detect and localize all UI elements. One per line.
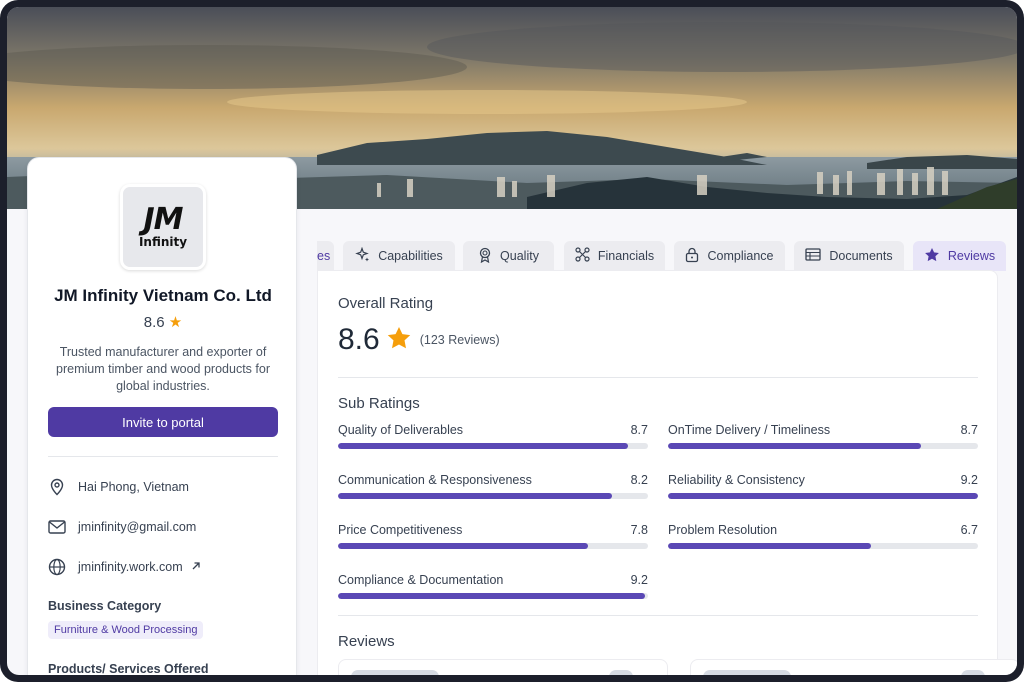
tab-label: es [317,249,331,263]
review-card[interactable] [690,659,1017,675]
divider [48,456,278,457]
email-text[interactable]: jminfinity@gmail.com [78,520,196,534]
external-link-icon [191,560,201,574]
star-icon [924,247,940,265]
tab-label: Reviews [947,249,996,263]
overall-rating: 8.6 (123 Reviews) [338,323,500,357]
tab-bar: es Capabilities Quality Financials Compl… [317,241,1017,271]
sub-rating-row: Compliance & Documentation 9.2 [338,573,648,603]
sub-rating-row: OnTime Delivery / Timeliness 8.7 [668,423,978,453]
review-card[interactable] [338,659,668,675]
company-logo: JM Infinity [120,184,206,270]
rating-bar-fill [338,493,613,499]
sub-rating-label: Price Competitiveness [338,523,463,537]
star-icon [386,325,412,355]
sub-rating-value: 8.7 [960,423,978,437]
tab-label: Capabilities [378,249,443,263]
reviews-title: Reviews [338,633,395,650]
sub-ratings-title: Sub Ratings [338,395,420,412]
sub-rating-value: 9.2 [630,573,648,587]
overall-rating-title: Overall Rating [338,295,434,312]
sub-rating-label: Reliability & Consistency [668,473,805,487]
sub-rating-label: Communication & Responsiveness [338,473,532,487]
device-frame: JM Infinity JM Infinity Vietnam Co. Ltd … [0,0,1024,682]
rating-bar-fill [338,593,645,599]
rating-bar-track [668,543,978,549]
sub-rating-row: Price Competitiveness 7.8 [338,523,648,553]
rating-bar-track [338,543,648,549]
tab-label: Documents [829,249,893,263]
tab-financials[interactable]: Financials [564,241,665,271]
sub-rating-value: 6.7 [960,523,978,537]
rating-bar-track [338,593,648,599]
sub-rating-row: Reliability & Consistency 9.2 [668,473,978,503]
map-pin-icon [48,478,66,496]
location-row: Hai Phong, Vietnam [48,477,288,497]
sub-rating-label: Quality of Deliverables [338,423,464,437]
profile-card: JM Infinity JM Infinity Vietnam Co. Ltd … [27,157,297,675]
tab-documents[interactable]: Documents [794,241,904,271]
overall-rating-value: 8.6 [338,323,380,356]
rating-bar-track [668,443,978,449]
tab-compliance[interactable]: Compliance [674,241,785,271]
rating-bar-fill [338,543,588,549]
location-text: Hai Phong, Vietnam [78,480,189,494]
reviews-panel: Overall Rating 8.6 (123 Reviews) Sub Rat… [317,270,1017,675]
company-name: JM Infinity Vietnam Co. Ltd [54,286,272,305]
tab-label: Financials [597,249,655,263]
tab-reviews[interactable]: Reviews [913,241,1006,271]
rating-bar-track [338,443,648,449]
screen: JM Infinity JM Infinity Vietnam Co. Ltd … [7,7,1017,675]
rating-bar-fill [668,443,921,449]
business-category-tag: Furniture & Wood Processing [48,621,204,639]
rating-bar-track [668,493,978,499]
profile-rating: 8.6 ★ [28,313,298,331]
website-row[interactable]: jminfinity.work.com [48,557,288,577]
rating-bar-fill [668,543,872,549]
sparkle-icon [355,246,370,265]
sub-rating-value: 9.2 [960,473,978,487]
sub-rating-row: Problem Resolution 6.7 [668,523,978,553]
products-label: Products/ Services Offered [48,662,209,675]
company-description: Trusted manufacturer and exporter of pre… [56,345,270,393]
email-row[interactable]: jminfinity@gmail.com [48,517,288,537]
divider [338,377,978,378]
business-category-label: Business Category [48,599,162,613]
profile-rating-value: 8.6 [143,314,165,331]
website-link[interactable]: jminfinity.work.com [78,560,183,574]
sub-rating-value: 8.7 [630,423,648,437]
mail-icon [48,518,66,536]
divider [338,615,978,616]
tab-quality[interactable]: Quality [463,241,554,271]
tab-label: Quality [500,249,539,263]
globe-icon [48,558,66,576]
loading-placeholder [609,670,633,675]
overall-review-count: (123 Reviews) [419,333,500,347]
logo-sub-text: Infinity [138,234,188,249]
tab-capabilities[interactable]: Capabilities [343,241,455,271]
lock-icon [685,247,699,266]
rating-bar-track [338,493,648,499]
award-icon [478,247,492,266]
sub-rating-label: Compliance & Documentation [338,573,504,587]
sub-rating-label: Problem Resolution [668,523,778,537]
sub-rating-value: 7.8 [630,523,648,537]
loading-placeholder [351,670,439,675]
table-icon [805,248,822,264]
sub-rating-row: Quality of Deliverables 8.7 [338,423,648,453]
loading-placeholder [961,670,985,675]
sub-rating-value: 8.2 [630,473,648,487]
rating-bar-fill [668,493,978,499]
network-icon [575,247,590,265]
sub-rating-label: OnTime Delivery / Timeliness [668,423,831,437]
tab-partial[interactable]: es [317,241,334,271]
tab-label: Compliance [707,249,774,263]
loading-placeholder [703,670,791,675]
invite-to-portal-button[interactable]: Invite to portal [48,407,278,437]
sub-rating-row: Communication & Responsiveness 8.2 [338,473,648,503]
rating-bar-fill [338,443,628,449]
logo-main-text: JM [143,201,183,237]
star-icon: ★ [168,314,183,331]
